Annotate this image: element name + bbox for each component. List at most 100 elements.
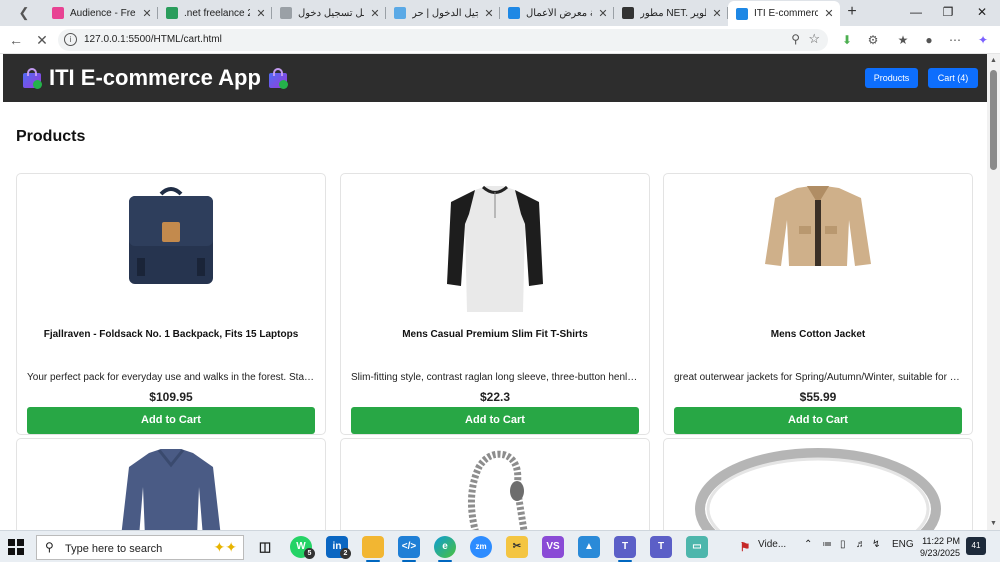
tab-close-icon[interactable]: ✕	[822, 7, 836, 20]
product-card	[16, 438, 326, 530]
product-image-sweater[interactable]	[119, 447, 223, 530]
battery-icon[interactable]: ▯	[840, 539, 846, 550]
photos-icon[interactable]: ▲	[578, 536, 600, 558]
favorite-star-icon[interactable]: ☆	[808, 31, 820, 47]
speaker-icon[interactable]: ♬	[856, 539, 866, 550]
tab-favicon-icon	[280, 7, 292, 19]
product-name[interactable]: Fjallraven - Foldsack No. 1 Backpack, Fi…	[25, 329, 317, 340]
close-window-button[interactable]: ✕	[964, 0, 1000, 24]
product-card: Mens Casual Premium Slim Fit T-Shirts Sl…	[340, 173, 650, 435]
tray-chevron-icon[interactable]: ⌃	[804, 539, 812, 550]
copilot-icon[interactable]: ✦	[974, 31, 992, 49]
tab-favicon-icon	[622, 7, 634, 19]
task-view-icon[interactable]: ◫	[254, 536, 276, 558]
news-icon[interactable]: ⚑	[734, 536, 756, 558]
scroll-up-icon[interactable]: ▲	[990, 57, 997, 64]
section-title: Products	[16, 128, 86, 145]
url-text[interactable]: 127.0.0.1:5500/HTML/cart.html	[84, 34, 222, 45]
tab-favicon-icon	[394, 7, 406, 19]
search-icon: ⚲	[45, 540, 54, 554]
favorites-icon[interactable]: ★	[894, 31, 912, 49]
product-price: $22.3	[479, 390, 511, 404]
snipping-tool-icon[interactable]: ✂	[506, 536, 528, 558]
shopping-bag-icon	[267, 67, 289, 89]
linkedin-badge: 2	[340, 548, 351, 559]
product-name[interactable]: Mens Casual Premium Slim Fit T-Shirts	[349, 329, 641, 340]
scroll-down-icon[interactable]: ▼	[990, 520, 997, 527]
cart-nav-button[interactable]: Cart (4)	[928, 68, 978, 88]
product-name[interactable]: Mens Cotton Jacket	[672, 329, 964, 340]
product-card: Mens Cotton Jacket great outerwear jacke…	[663, 173, 973, 435]
browser-tab[interactable]: ITI E-commerce App ✕	[728, 1, 840, 26]
tab-close-icon[interactable]: ✕	[254, 7, 268, 20]
site-info-icon[interactable]: i	[64, 33, 77, 46]
tab-close-icon[interactable]: ✕	[596, 7, 610, 20]
zoom-app-icon[interactable]: zm	[470, 536, 492, 558]
whatsapp-badge: 5	[304, 548, 315, 559]
clock-time: 11:22 PM	[922, 536, 960, 546]
vscode-icon[interactable]: </>	[398, 536, 420, 558]
notification-center-icon[interactable]: 41	[966, 537, 986, 555]
search-placeholder[interactable]: Type here to search	[65, 543, 162, 555]
add-to-cart-button[interactable]: Add to Cart	[351, 407, 639, 434]
notes-app-icon[interactable]: ▭	[686, 536, 708, 558]
teams-icon[interactable]: T	[614, 536, 636, 558]
more-menu-icon[interactable]: ⋯	[946, 31, 964, 49]
tab-close-icon[interactable]: ✕	[140, 7, 154, 20]
tab-favicon-icon	[736, 7, 748, 20]
browser-tab[interactable]: Audience - Freelanc ✕	[44, 2, 158, 24]
taskbar-search[interactable]: ⚲ Type here to search ✦✦	[36, 535, 244, 560]
profile-avatar-icon[interactable]: ●	[920, 31, 938, 49]
products-nav-button[interactable]: Products	[865, 68, 918, 88]
windows-start-icon[interactable]	[8, 539, 24, 555]
tab-scroll-left-icon[interactable]: ❮	[12, 3, 36, 23]
site-title: ITI E-commerce App	[49, 65, 261, 90]
site-header: ITI E-commerce App Products Cart (4)	[3, 54, 987, 102]
brand: ITI E-commerce App	[15, 65, 295, 91]
new-tab-button[interactable]: +	[842, 2, 862, 22]
browser-tab[interactable]: مطور NET. وتطوير ✕	[614, 2, 728, 24]
volume-icon[interactable]: ↯	[872, 539, 880, 550]
product-price: $109.95	[149, 390, 193, 404]
tab-label: Audience - Freelanc	[70, 7, 136, 19]
browser-tab[interactable]: تسجيل الدخول | حر ✕	[386, 2, 500, 24]
file-explorer-icon[interactable]	[362, 536, 384, 558]
download-extension-icon[interactable]: ⬇	[838, 31, 856, 49]
page-scrollbar[interactable]: ▲ ▼	[987, 54, 1000, 530]
teams-chat-icon[interactable]: T	[650, 536, 672, 558]
product-price: $55.99	[799, 390, 837, 404]
minimize-button[interactable]: —	[898, 0, 934, 24]
add-to-cart-button[interactable]: Add to Cart	[27, 407, 315, 434]
product-image-backpack[interactable]	[125, 184, 217, 286]
edge-icon[interactable]: e	[434, 536, 456, 558]
clock-date: 9/23/2025	[919, 548, 960, 558]
add-to-cart-button[interactable]: Add to Cart	[674, 407, 962, 434]
tab-close-icon[interactable]: ✕	[368, 7, 382, 20]
search-highlight-icon[interactable]: ✦✦	[214, 539, 237, 556]
extensions-icon[interactable]: ⚙	[864, 31, 882, 49]
address-bar[interactable]: i 127.0.0.1:5500/HTML/cart.html ⚲ ☆	[58, 29, 828, 51]
product-card: Fjallraven - Foldsack No. 1 Backpack, Fi…	[16, 173, 326, 435]
zoom-icon[interactable]: ⚲	[791, 32, 800, 46]
browser-tab[interactable]: .net freelance 2025 ✕	[158, 2, 272, 24]
scrollbar-thumb[interactable]	[990, 70, 997, 170]
stop-loading-icon[interactable]: ✕	[32, 30, 52, 50]
maximize-button[interactable]: ❐	[930, 0, 966, 24]
product-description: Your perfect pack for everyday use and w…	[27, 372, 315, 383]
browser-tab[interactable]: إضافة معرض الأعمال ✕	[500, 2, 614, 24]
visual-studio-icon[interactable]: VS	[542, 536, 564, 558]
network-icon[interactable]: ≔	[822, 539, 832, 550]
weather-label[interactable]: Vide...	[758, 539, 786, 550]
tab-favicon-icon	[508, 7, 520, 19]
product-image-ring[interactable]	[688, 447, 948, 530]
product-image-bracelet[interactable]	[455, 447, 535, 530]
back-icon[interactable]: ←	[6, 30, 26, 50]
tab-close-icon[interactable]: ✕	[710, 7, 724, 20]
language-indicator[interactable]: ENG	[892, 539, 914, 550]
tab-close-icon[interactable]: ✕	[482, 7, 496, 20]
product-image-jacket[interactable]	[763, 184, 873, 268]
tab-favicon-icon	[52, 7, 64, 19]
system-clock[interactable]: 11:22 PM 9/23/2025	[918, 535, 960, 559]
product-image-tshirt[interactable]	[445, 184, 545, 316]
browser-tab[interactable]: مستقل تسجيل دخول ✕	[272, 2, 386, 24]
